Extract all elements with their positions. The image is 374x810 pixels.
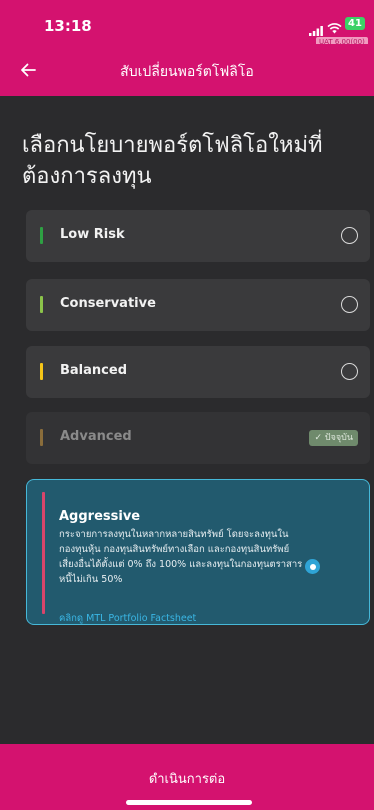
radio-dot-icon xyxy=(309,563,316,570)
risk-color-bar xyxy=(40,296,43,313)
app-bar: สับเปลี่ยนพอร์ตโฟลิโอ xyxy=(0,44,374,96)
option-advanced: Advanced ✓ ปัจจุบัน xyxy=(26,412,370,464)
option-low-risk[interactable]: Low Risk xyxy=(26,210,370,262)
risk-color-bar xyxy=(40,429,43,446)
page-title: สับเปลี่ยนพอร์ตโฟลิโอ xyxy=(120,64,254,80)
option-balanced[interactable]: Balanced xyxy=(26,346,370,398)
risk-color-bar xyxy=(40,363,43,380)
factsheet-link[interactable]: คลิกดู MTL Portfolio Factsheet xyxy=(59,611,196,626)
page-heading: เลือกนโยบายพอร์ตโฟลิโอใหม่ที่ต้องการลงทุ… xyxy=(22,133,323,189)
home-indicator xyxy=(126,800,252,805)
wifi-icon xyxy=(327,19,342,38)
status-time: 13:18 xyxy=(44,17,92,35)
option-label: Balanced xyxy=(60,363,127,378)
option-conservative[interactable]: Conservative xyxy=(26,279,370,331)
current-badge: ✓ ปัจจุบัน xyxy=(309,430,358,446)
continue-button[interactable]: ดำเนินการต่อ xyxy=(0,744,374,810)
risk-color-bar xyxy=(42,492,45,614)
radio-button[interactable] xyxy=(341,363,358,380)
radio-button[interactable] xyxy=(341,296,358,313)
option-description: กระจายการลงทุนในหลากหลายสินทรัพย์ โดยจะล… xyxy=(59,529,303,585)
continue-label: ดำเนินการต่อ xyxy=(148,772,226,787)
status-bar: 13:18 41 UAT 6.00(00) xyxy=(0,0,374,47)
battery-icon: 41 xyxy=(345,17,365,30)
risk-color-bar xyxy=(40,227,43,244)
radio-button[interactable] xyxy=(341,227,358,244)
option-aggressive[interactable]: Aggressive กระจายการลงทุนในหลากหลายสินทร… xyxy=(26,479,370,625)
radio-button-selected[interactable] xyxy=(305,559,320,574)
option-label: Low Risk xyxy=(60,227,125,242)
option-label: Aggressive xyxy=(59,509,141,524)
option-label: Conservative xyxy=(60,296,156,311)
option-label: Advanced xyxy=(60,429,132,444)
